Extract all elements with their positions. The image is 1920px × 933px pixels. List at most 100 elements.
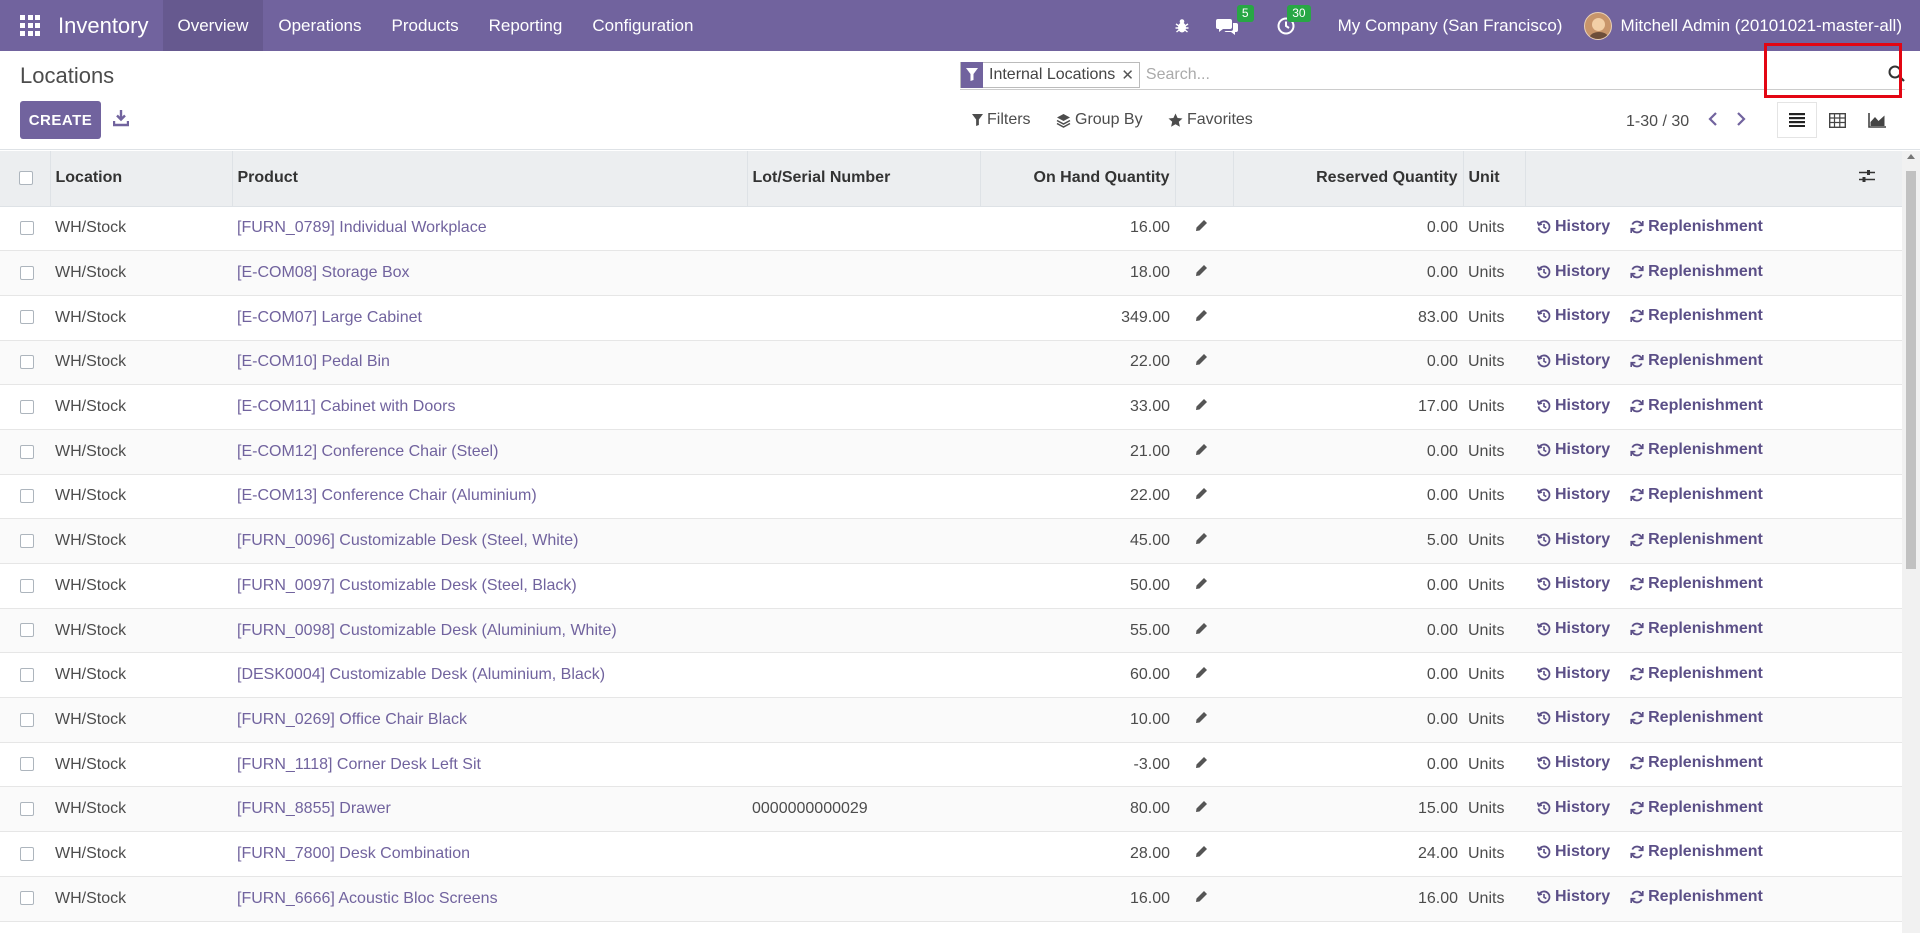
cell-location[interactable]: WH/Stock bbox=[50, 564, 232, 609]
cell-edit[interactable] bbox=[1175, 698, 1233, 743]
table-row[interactable]: WH/Stock [E-COM07] Large Cabinet 349.00 83.… bbox=[0, 295, 1902, 341]
header-unit[interactable]: Unit bbox=[1463, 151, 1526, 207]
pencil-edit-icon[interactable] bbox=[1195, 309, 1208, 322]
cell-product[interactable]: [FURN_0098] Customizable Desk (Aluminium… bbox=[232, 608, 747, 653]
cell-location[interactable]: WH/Stock bbox=[50, 385, 232, 430]
cell-edit[interactable] bbox=[1175, 564, 1233, 609]
history-button[interactable]: History bbox=[1537, 352, 1610, 370]
cell-on-hand[interactable]: 55.00 bbox=[980, 608, 1175, 653]
cell-edit[interactable] bbox=[1175, 608, 1233, 653]
pencil-edit-icon[interactable] bbox=[1195, 711, 1208, 724]
row-select[interactable] bbox=[0, 832, 50, 877]
groupby-button[interactable]: Group By bbox=[1056, 111, 1143, 129]
cell-product[interactable]: [E-COM10] Pedal Bin bbox=[232, 340, 747, 385]
row-select[interactable] bbox=[0, 206, 50, 251]
pencil-edit-icon[interactable] bbox=[1195, 756, 1208, 769]
cell-product[interactable]: [FURN_7800] Desk Combination bbox=[232, 832, 747, 877]
debug-bug-icon[interactable] bbox=[1174, 18, 1190, 34]
graph-view-icon[interactable] bbox=[1858, 103, 1896, 137]
replenishment-button[interactable]: Replenishment bbox=[1630, 263, 1763, 281]
replenishment-button[interactable]: Replenishment bbox=[1630, 441, 1763, 459]
history-button[interactable]: History bbox=[1537, 620, 1610, 638]
history-button[interactable]: History bbox=[1537, 799, 1610, 817]
row-select[interactable] bbox=[0, 608, 50, 653]
pencil-edit-icon[interactable] bbox=[1195, 219, 1208, 232]
row-select[interactable] bbox=[0, 787, 50, 832]
header-location[interactable]: Location bbox=[50, 151, 233, 207]
cell-on-hand[interactable]: 16.00 bbox=[980, 876, 1175, 921]
cell-edit[interactable] bbox=[1175, 295, 1233, 340]
table-row[interactable]: WH/Stock [E-COM12] Conference Chair (Stee… bbox=[0, 429, 1902, 475]
row-select[interactable] bbox=[0, 340, 50, 385]
pencil-edit-icon[interactable] bbox=[1195, 666, 1208, 679]
menu-overview[interactable]: Overview bbox=[162, 0, 264, 51]
row-select[interactable] bbox=[0, 251, 50, 296]
row-checkbox[interactable] bbox=[20, 623, 34, 638]
cell-location[interactable]: WH/Stock bbox=[50, 653, 232, 698]
row-select[interactable] bbox=[0, 876, 50, 921]
cell-edit[interactable] bbox=[1175, 787, 1233, 832]
pencil-edit-icon[interactable] bbox=[1195, 487, 1208, 500]
row-checkbox[interactable] bbox=[20, 355, 34, 370]
download-export-icon[interactable] bbox=[112, 109, 130, 127]
row-checkbox[interactable] bbox=[20, 757, 34, 772]
pencil-edit-icon[interactable] bbox=[1195, 353, 1208, 366]
table-row[interactable]: WH/Stock [FURN_1118] Corner Desk Left Sit… bbox=[0, 742, 1902, 787]
cell-location[interactable]: WH/Stock bbox=[50, 206, 232, 251]
filters-button[interactable]: Filters bbox=[972, 111, 1031, 129]
header-reserved[interactable]: Reserved Quantity bbox=[1233, 151, 1464, 207]
row-select[interactable] bbox=[0, 698, 50, 743]
replenishment-button[interactable]: Replenishment bbox=[1630, 888, 1763, 906]
create-button[interactable]: CREATE bbox=[20, 101, 101, 139]
cell-lot-serial[interactable] bbox=[747, 429, 980, 474]
facet-remove-icon[interactable]: ✕ bbox=[1121, 66, 1139, 84]
cell-edit[interactable] bbox=[1175, 385, 1233, 430]
cell-location[interactable]: WH/Stock bbox=[50, 832, 232, 877]
replenishment-button[interactable]: Replenishment bbox=[1630, 754, 1763, 772]
cell-product[interactable]: [E-COM08] Storage Box bbox=[232, 251, 747, 296]
select-all-header[interactable] bbox=[0, 151, 51, 207]
history-button[interactable]: History bbox=[1537, 441, 1610, 459]
pencil-edit-icon[interactable] bbox=[1195, 443, 1208, 456]
table-row[interactable]: WH/Stock [FURN_7800] Desk Combination 28.0… bbox=[0, 831, 1902, 877]
row-checkbox[interactable] bbox=[20, 802, 34, 817]
replenishment-button[interactable]: Replenishment bbox=[1630, 799, 1763, 817]
history-button[interactable]: History bbox=[1537, 709, 1610, 727]
cell-lot-serial[interactable] bbox=[747, 876, 980, 921]
cell-location[interactable]: WH/Stock bbox=[50, 251, 232, 296]
company-switcher[interactable]: My Company (San Francisco) bbox=[1338, 16, 1563, 36]
replenishment-button[interactable]: Replenishment bbox=[1630, 307, 1763, 325]
cell-edit[interactable] bbox=[1175, 832, 1233, 877]
cell-product[interactable]: [FURN_6666] Acoustic Bloc Screens bbox=[232, 876, 747, 921]
row-checkbox[interactable] bbox=[20, 265, 34, 280]
scroll-up-arrow[interactable] bbox=[1907, 154, 1915, 159]
cell-location[interactable]: WH/Stock bbox=[50, 295, 232, 340]
cell-product[interactable]: [E-COM13] Conference Chair (Aluminium) bbox=[232, 474, 747, 519]
row-select[interactable] bbox=[0, 653, 50, 698]
table-row[interactable]: WH/Stock [E-COM13] Conference Chair (Alum… bbox=[0, 474, 1902, 519]
cell-edit[interactable] bbox=[1175, 876, 1233, 921]
table-row[interactable]: WH/Stock [FURN_0789] Individual Workplace… bbox=[0, 206, 1902, 251]
cell-edit[interactable] bbox=[1175, 519, 1233, 564]
history-button[interactable]: History bbox=[1537, 307, 1610, 325]
messages-icon[interactable]: 5 bbox=[1215, 4, 1254, 35]
row-select[interactable] bbox=[0, 742, 50, 787]
cell-on-hand[interactable]: 18.00 bbox=[980, 251, 1175, 296]
cell-location[interactable]: WH/Stock bbox=[50, 474, 232, 519]
row-checkbox[interactable] bbox=[20, 310, 34, 325]
replenishment-button[interactable]: Replenishment bbox=[1630, 843, 1763, 861]
cell-on-hand[interactable]: 28.00 bbox=[980, 832, 1175, 877]
cell-lot-serial[interactable] bbox=[747, 742, 980, 787]
table-row[interactable]: WH/Stock [E-COM08] Storage Box 18.00 0.00 Un… bbox=[0, 250, 1902, 296]
cell-on-hand[interactable]: 16.00 bbox=[980, 206, 1175, 251]
cell-location[interactable]: WH/Stock bbox=[50, 876, 232, 921]
row-select[interactable] bbox=[0, 474, 50, 519]
list-view-icon[interactable] bbox=[1778, 103, 1816, 137]
cell-edit[interactable] bbox=[1175, 340, 1233, 385]
menu-configuration[interactable]: Configuration bbox=[577, 0, 708, 51]
cell-on-hand[interactable]: 349.00 bbox=[980, 295, 1175, 340]
history-button[interactable]: History bbox=[1537, 665, 1610, 683]
cell-product[interactable]: [FURN_0096] Customizable Desk (Steel, Wh… bbox=[232, 519, 747, 564]
sliders-icon[interactable] bbox=[1859, 169, 1875, 183]
cell-lot-serial[interactable] bbox=[747, 474, 980, 519]
